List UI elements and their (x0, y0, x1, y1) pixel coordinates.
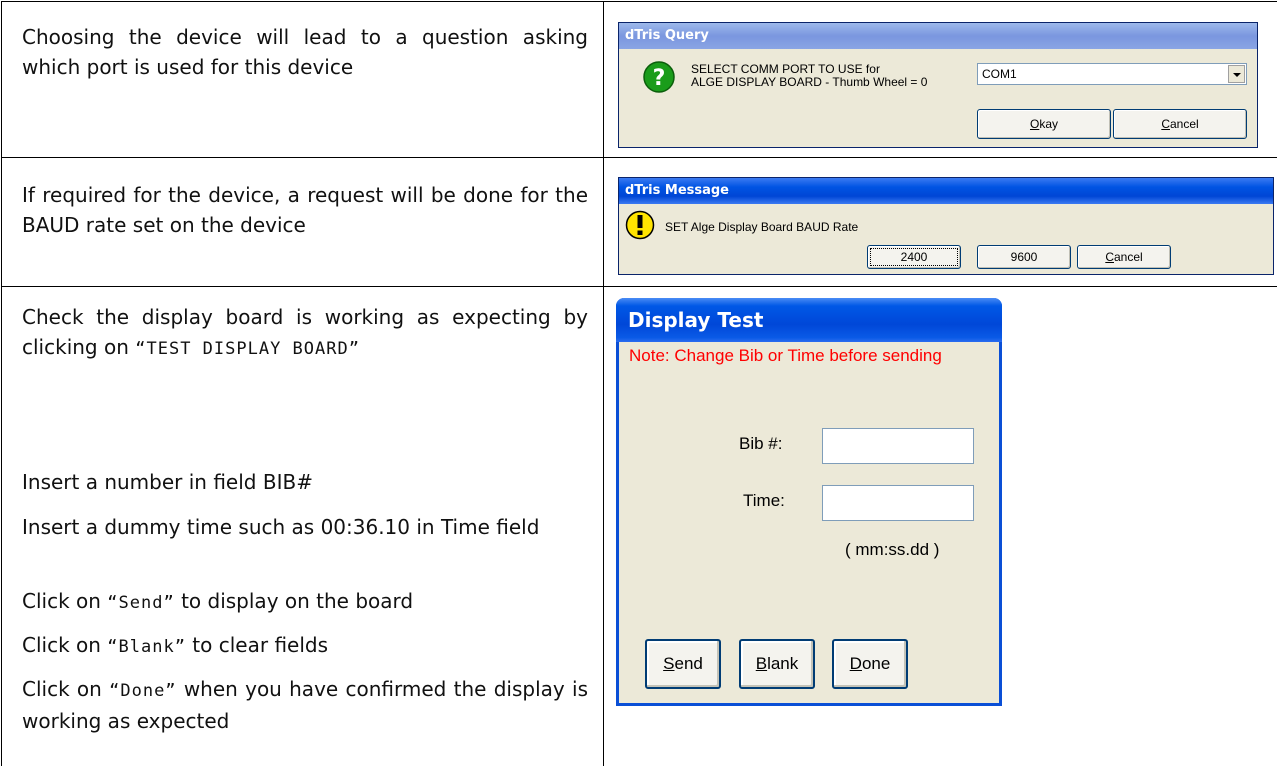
step-5: Click on “Done” when you have confirmed … (22, 674, 588, 736)
blank-label: lank (767, 654, 799, 673)
display-test-dialog: Display Test Note: Change Bib or Time be… (616, 298, 1002, 706)
table-row-divider-2 (1, 286, 1277, 287)
done-mnemonic: D (849, 654, 862, 673)
time-format-hint: ( mm:ss.dd ) (845, 540, 940, 559)
step-5-pre: Click on (22, 677, 110, 701)
blank-mnemonic: B (755, 654, 768, 673)
step-3-pre: Click on (22, 589, 108, 613)
send-button[interactable]: Send (645, 639, 721, 689)
row1-text: Choosing the device will lead to a quest… (22, 22, 588, 82)
send-label: end (674, 654, 703, 673)
row3-intro: Check the display board is working as ex… (22, 302, 588, 364)
query-dialog: dTris Query ? SELECT COMM PORT TO USE fo… (618, 22, 1258, 148)
send-ref: “Send” (107, 593, 175, 613)
baud-9600-button[interactable]: 9600 (977, 245, 1071, 269)
send-mnemonic: S (663, 654, 675, 673)
query-dialog-title: dTris Query (619, 23, 1257, 49)
step-3-post: to display on the board (174, 589, 414, 613)
blank-button[interactable]: Blank (739, 639, 815, 689)
okay-button[interactable]: Okay (977, 109, 1111, 139)
done-ref: “Done” (109, 681, 177, 701)
done-label: one (861, 654, 891, 673)
row2-text: If required for the device, a request wi… (22, 180, 588, 240)
bib-input[interactable] (822, 428, 974, 464)
step-1-text: Insert a number in field BIB# (22, 470, 313, 494)
step-4-pre: Click on (22, 633, 108, 657)
table-border-top (1, 1, 1277, 2)
exclamation-icon (625, 210, 655, 240)
baud-prompt: SET Alge Display Board BAUD Rate (665, 220, 859, 234)
display-test-title: Display Test (616, 298, 1002, 342)
row2-paragraph: If required for the device, a request wi… (22, 183, 588, 237)
step-2: Insert a dummy time such as 00:36.10 in … (22, 512, 588, 542)
question-icon: ? (643, 61, 675, 93)
step-3: Click on “Send” to display on the board (22, 586, 588, 618)
document-table: Choosing the device will lead to a quest… (0, 0, 1277, 766)
step-2-text: Insert a dummy time such as 00:36.10 in … (22, 515, 540, 539)
cancel-mnemonic: C (1161, 117, 1170, 131)
cancel-button[interactable]: Cancel (1113, 109, 1247, 139)
table-column-divider (603, 1, 604, 766)
comm-port-select[interactable]: COM1 (977, 63, 1247, 85)
message-dialog: dTris Message SET Alge Display Board BAU… (618, 177, 1274, 275)
bib-label: Bib #: (739, 434, 783, 453)
cancel-label: ancel (1169, 117, 1199, 131)
step-4-post: to clear fields (185, 633, 329, 657)
baud-2400-button[interactable]: 2400 (867, 245, 961, 269)
table-border-left (1, 1, 2, 766)
chevron-down-icon[interactable] (1228, 65, 1245, 83)
baud-9600-label: 9600 (1010, 250, 1038, 264)
query-prompt-line2: ALGE DISPLAY BOARD - Thumb Wheel = 0 (691, 75, 928, 89)
baud-cancel-label: ancel (1113, 250, 1143, 264)
table-row-divider-1 (1, 157, 1277, 158)
time-label: Time: (743, 491, 785, 510)
row1-paragraph: Choosing the device will lead to a quest… (22, 25, 588, 79)
message-dialog-title: dTris Message (619, 178, 1273, 204)
step-4: Click on “Blank” to clear fields (22, 630, 588, 662)
comm-port-value: COM1 (982, 67, 1017, 81)
okay-mnemonic: O (1029, 117, 1040, 131)
time-input[interactable] (822, 485, 974, 521)
svg-text:?: ? (653, 66, 666, 91)
baud-2400-label: 2400 (900, 250, 928, 264)
test-display-board-ref: “TEST DISPLAY BOARD” (135, 339, 360, 359)
baud-cancel-mnemonic: C (1105, 250, 1114, 264)
blank-ref: “Blank” (107, 637, 186, 657)
display-test-note: Note: Change Bib or Time before sending (629, 346, 942, 365)
okay-label: kay (1039, 117, 1059, 131)
baud-cancel-button[interactable]: Cancel (1077, 245, 1171, 269)
done-button[interactable]: Done (832, 639, 908, 689)
step-1: Insert a number in field BIB# (22, 467, 588, 497)
